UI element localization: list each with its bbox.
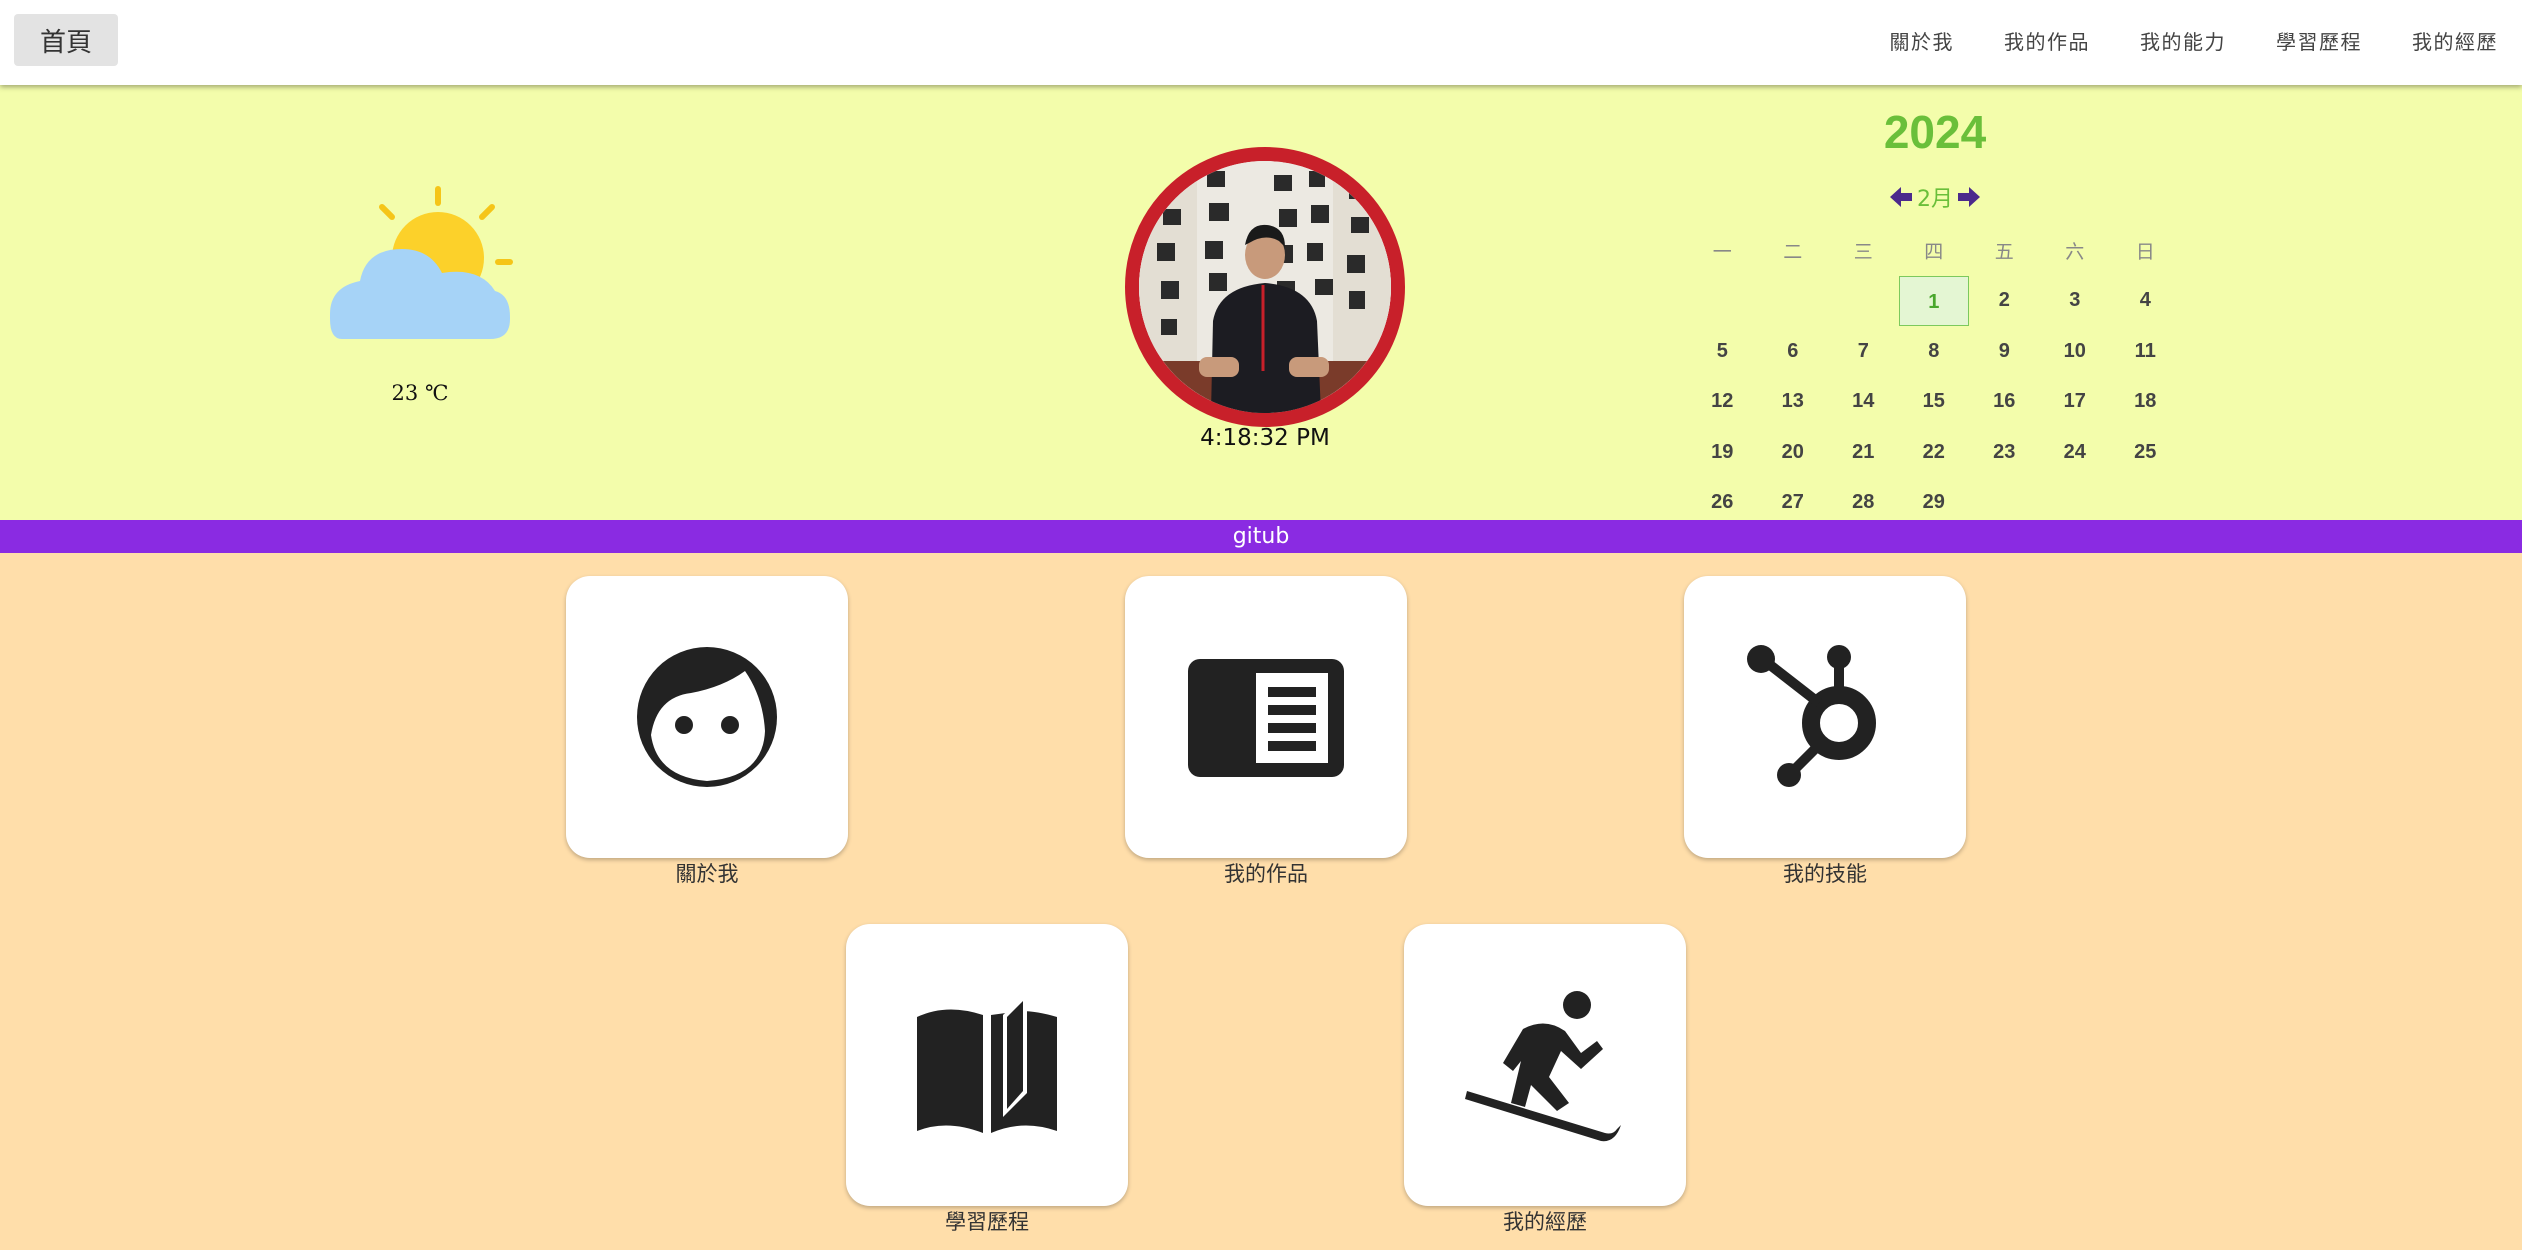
calendar-day[interactable]: 25 (2110, 441, 2181, 464)
card-my-skills-label: 我的技能 (1783, 862, 1867, 886)
calendar-day[interactable]: 12 (1687, 390, 1758, 413)
weekday-label: 四 (1924, 241, 1944, 263)
calendar-day[interactable]: 19 (1687, 441, 1758, 464)
calendar-day[interactable]: 13 (1758, 390, 1829, 413)
book-icon (917, 993, 1057, 1133)
calendar-day[interactable]: 27 (1758, 491, 1829, 514)
calendar-day[interactable]: 10 (2040, 340, 2111, 363)
calendar-day[interactable]: 22 (1899, 441, 1970, 464)
clock-text: 4:18:32 PM (1200, 425, 1330, 451)
calendar-grid: 一 二 三 四 五 六 日 1 2 3 4 5 6 7 8 9 10 11 12 (1687, 225, 2181, 528)
calendar-day[interactable]: 7 (1828, 340, 1899, 363)
card-my-skills[interactable] (1684, 576, 1966, 858)
card-my-experience-label: 我的經歷 (1503, 1210, 1587, 1234)
calendar-month-nav: 2月 (1880, 180, 1990, 214)
calendar-day[interactable]: 5 (1687, 340, 1758, 363)
nav-link-experience[interactable]: 我的經歷 (2412, 26, 2498, 55)
card-my-experience[interactable] (1404, 924, 1686, 1206)
next-month-arrow-icon[interactable] (1957, 186, 1981, 208)
nav-links: 關於我 我的作品 我的能力 學習歷程 我的經歷 (1890, 0, 2522, 80)
temperature-text: 23 ℃ (391, 381, 449, 405)
calendar-day[interactable]: 15 (1899, 390, 1970, 413)
card-about-me-label: 關於我 (675, 862, 739, 886)
calendar-day[interactable]: 18 (2110, 390, 2181, 413)
calendar-month-label: 2月 (1917, 187, 1953, 212)
calendar-day[interactable]: 9 (1969, 340, 2040, 363)
home-button[interactable]: 首頁 (14, 14, 118, 66)
article-icon (1188, 659, 1344, 777)
calendar-week-row: 1 2 3 4 (1687, 275, 2181, 327)
profile-avatar (1125, 147, 1405, 427)
snowboarding-icon (1465, 991, 1621, 1142)
calendar-week-row: 19 20 21 22 23 24 25 (1687, 427, 2181, 478)
calendar-day-today[interactable]: 1 (1898, 275, 1970, 326)
github-link-bar[interactable]: gitub (0, 520, 2522, 553)
weekday-label: 五 (1994, 241, 2014, 263)
calendar-day[interactable]: 28 (1828, 491, 1899, 514)
card-my-works-label: 我的作品 (1224, 862, 1308, 886)
nav-link-abilities[interactable]: 我的能力 (2140, 26, 2226, 55)
nav-link-learning[interactable]: 學習歷程 (2276, 26, 2362, 55)
hubspot-icon (1747, 645, 1876, 787)
weekday-label: 三 (1853, 241, 1873, 263)
calendar-weekday-row: 一 二 三 四 五 六 日 (1687, 225, 2181, 276)
calendar-day[interactable]: 26 (1687, 491, 1758, 514)
calendar-day[interactable]: 21 (1828, 441, 1899, 464)
calendar-week-row: 5 6 7 8 9 10 11 (1687, 326, 2181, 377)
card-about-me[interactable] (566, 576, 848, 858)
nav-link-works[interactable]: 我的作品 (2004, 26, 2090, 55)
calendar-day[interactable]: 8 (1899, 340, 1970, 363)
calendar-day[interactable]: 20 (1758, 441, 1829, 464)
calendar-day[interactable]: 17 (2040, 390, 2111, 413)
weekday-label: 六 (2065, 241, 2085, 263)
calendar-day[interactable]: 3 (2040, 289, 2111, 312)
calendar-day[interactable]: 23 (1969, 441, 2040, 464)
calendar-day[interactable]: 11 (2110, 340, 2181, 363)
calendar-day[interactable]: 29 (1899, 491, 1970, 514)
weekday-label: 日 (2135, 241, 2155, 263)
top-navbar: 首頁 關於我 我的作品 我的能力 學習歷程 我的經歷 (0, 0, 2522, 85)
calendar-year: 2024 (1883, 106, 1987, 158)
calendar-day[interactable]: 6 (1758, 340, 1829, 363)
calendar-day[interactable]: 24 (2040, 441, 2111, 464)
card-learning-history[interactable] (846, 924, 1128, 1206)
weekday-label: 一 (1712, 241, 1732, 263)
calendar-week-row: 12 13 14 15 16 17 18 (1687, 377, 2181, 428)
weekday-label: 二 (1783, 241, 1803, 263)
prev-month-arrow-icon[interactable] (1889, 186, 1913, 208)
calendar-day[interactable]: 4 (2110, 289, 2181, 312)
card-my-works[interactable] (1125, 576, 1407, 858)
partly-cloudy-icon (330, 186, 513, 339)
calendar-day[interactable]: 16 (1969, 390, 2040, 413)
card-learning-history-label: 學習歷程 (945, 1210, 1029, 1234)
hero-section: 23 ℃ 4:18:32 PM 2024 2月 一 二 三 四 五 六 日 1 … (0, 85, 2522, 520)
avatar-photo (1139, 161, 1391, 413)
calendar-day[interactable]: 14 (1828, 390, 1899, 413)
face-icon (637, 647, 777, 787)
nav-link-about[interactable]: 關於我 (1890, 26, 1955, 55)
calendar-day[interactable]: 2 (1969, 289, 2040, 312)
today-label: 1 (1898, 275, 1969, 326)
